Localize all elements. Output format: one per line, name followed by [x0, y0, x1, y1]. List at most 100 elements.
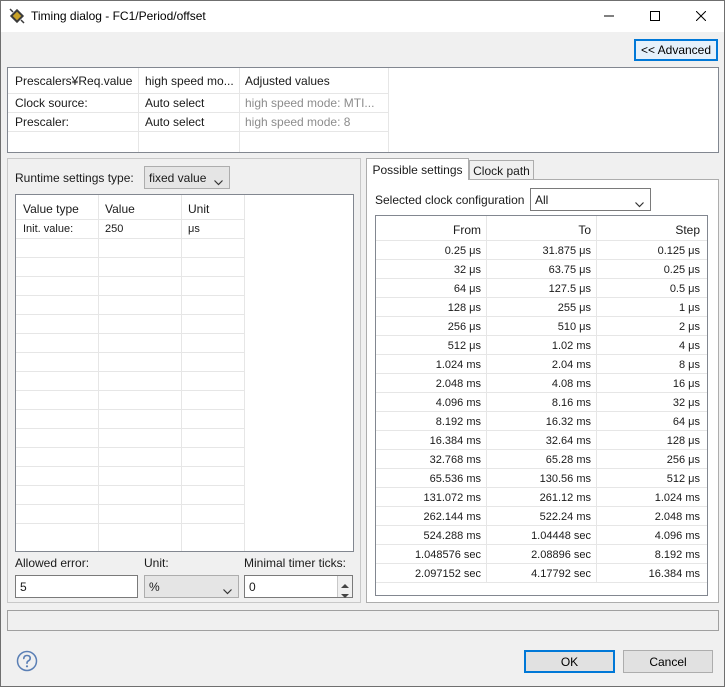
possible-cell-from: 524.288 ms [423, 530, 481, 542]
possible-cell-from: 2.048 ms [435, 378, 481, 390]
possible-cell-to: 4.08 ms [551, 378, 591, 390]
possible-cell-from: 65.536 ms [429, 473, 481, 485]
possible-header-step: Step [675, 223, 700, 237]
runtime-settings-group: Runtime settings type: fixed value Value… [7, 158, 361, 603]
possible-cell-step: 1 μs [678, 302, 700, 314]
clock-source-adjusted: high speed mode: MTI... [245, 96, 375, 110]
help-icon[interactable] [16, 650, 38, 675]
possible-cell-from: 0.25 μs [444, 245, 481, 257]
runtime-settings-value: fixed value [149, 170, 207, 185]
possible-cell-from: 512 μs [447, 340, 481, 352]
prescaler-value[interactable]: Auto select [145, 115, 204, 129]
possible-cell-to: 16.32 ms [545, 416, 591, 428]
possible-cell-to: 522.24 ms [539, 511, 591, 523]
prescaler-adjusted: high speed mode: 8 [245, 115, 351, 129]
runtime-value-table: Value type Value Unit Init. value: 250 μ… [15, 194, 354, 552]
clock-config-label: Selected clock configuration [375, 193, 525, 207]
clock-source-label: Clock source: [15, 96, 88, 110]
close-button[interactable] [678, 1, 724, 32]
possible-header-from: From [453, 223, 481, 237]
init-value-label: Init. value: [23, 223, 74, 235]
possible-cell-to: 32.64 ms [545, 435, 591, 447]
unit-value: % [149, 579, 160, 594]
clock-config-value: All [535, 192, 549, 207]
possible-cell-step: 0.5 μs [669, 283, 700, 295]
possible-cell-step: 8 μs [678, 359, 700, 371]
possible-cell-step: 8.192 ms [654, 549, 700, 561]
possible-cell-from: 1.048576 sec [414, 549, 481, 561]
possible-cell-to: 1.04448 sec [531, 530, 591, 542]
chevron-down-icon [635, 197, 644, 211]
title-bar: Timing dialog - FC1/Period/offset [1, 1, 724, 32]
advanced-button[interactable]: << Advanced [634, 39, 718, 61]
possible-cell-from: 262.144 ms [423, 511, 481, 523]
minimize-icon [604, 10, 614, 24]
prescaler-header-adjusted: Adjusted values [245, 74, 330, 88]
possible-settings-table: From To Step 0.25 μs 31.875 μs 0.125 μs 32 … [375, 215, 708, 596]
allowed-error-label: Allowed error: [15, 556, 90, 570]
possible-cell-step: 128 μs [666, 435, 700, 447]
possible-cell-from: 32 μs [453, 264, 481, 276]
runtime-settings-select[interactable]: fixed value [144, 166, 230, 189]
close-icon [695, 10, 707, 24]
possible-cell-from: 131.072 ms [423, 492, 481, 504]
init-value-value[interactable]: 250 [105, 223, 123, 235]
possible-cell-to: 255 μs [557, 302, 591, 314]
unit-select[interactable]: % [144, 575, 239, 598]
chevron-down-icon [214, 175, 223, 189]
possible-cell-to: 31.875 μs [542, 245, 591, 257]
possible-cell-from: 64 μs [453, 283, 481, 295]
possible-cell-to: 8.16 ms [551, 397, 591, 409]
allowed-error-input[interactable]: 5 [15, 575, 138, 598]
tab-clock-path[interactable]: Clock path [469, 160, 534, 180]
runtime-header-type: Value type [23, 202, 79, 216]
min-ticks-label: Minimal timer ticks: [244, 556, 347, 570]
possible-cell-to: 2.04 ms [551, 359, 591, 371]
runtime-settings-label: Runtime settings type: [15, 171, 134, 185]
possible-cell-to: 1.02 ms [551, 340, 591, 352]
ok-button[interactable]: OK [524, 650, 615, 673]
possible-cell-from: 256 μs [447, 321, 481, 333]
min-ticks-spinner[interactable] [337, 576, 352, 598]
possible-cell-to: 510 μs [557, 321, 591, 333]
possible-cell-step: 512 μs [666, 473, 700, 485]
possible-cell-step: 16 μs [672, 378, 700, 390]
minimize-button[interactable] [586, 1, 632, 32]
possible-cell-to: 2.08896 sec [531, 549, 591, 561]
possible-cell-from: 128 μs [447, 302, 481, 314]
settings-tab-area: Possible settings Clock path Selected cl… [366, 158, 719, 603]
possible-cell-step: 16.384 ms [648, 568, 700, 580]
prescaler-header-mode: high speed mo... [145, 74, 234, 88]
prescaler-header-req: Prescalers¥Req.value [15, 74, 133, 88]
spin-down-icon[interactable] [341, 588, 349, 602]
cancel-button[interactable]: Cancel [623, 650, 713, 673]
possible-cell-step: 256 μs [666, 454, 700, 466]
possible-cell-to: 4.17792 sec [531, 568, 591, 580]
prescaler-table: Prescalers¥Req.value high speed mo... Ad… [7, 67, 719, 153]
status-bar [7, 610, 719, 631]
chevron-down-icon [223, 584, 232, 598]
possible-cell-to: 127.5 μs [548, 283, 591, 295]
possible-cell-step: 0.25 μs [663, 264, 700, 276]
possible-settings-panel: Selected clock configuration All From To… [366, 179, 719, 603]
possible-cell-to: 63.75 μs [548, 264, 591, 276]
possible-cell-from: 16.384 ms [429, 435, 481, 447]
maximize-button[interactable] [632, 1, 678, 32]
clock-config-select[interactable]: All [530, 188, 651, 211]
runtime-header-value: Value [105, 202, 135, 216]
init-value-unit[interactable]: μs [188, 223, 200, 235]
possible-cell-from: 32.768 ms [429, 454, 481, 466]
possible-header-to: To [578, 223, 591, 237]
possible-cell-from: 1.024 ms [435, 359, 481, 371]
runtime-header-unit: Unit [188, 202, 210, 216]
possible-cell-from: 2.097152 sec [414, 568, 481, 580]
app-icon [9, 8, 25, 24]
possible-cell-from: 8.192 ms [435, 416, 481, 428]
possible-cell-to: 261.12 ms [539, 492, 591, 504]
prescaler-label: Prescaler: [15, 115, 70, 129]
possible-cell-step: 4.096 ms [654, 530, 700, 542]
clock-source-value[interactable]: Auto select [145, 96, 204, 110]
tab-possible-settings[interactable]: Possible settings [366, 158, 469, 180]
possible-cell-to: 130.56 ms [539, 473, 591, 485]
possible-cell-step: 2 μs [678, 321, 700, 333]
